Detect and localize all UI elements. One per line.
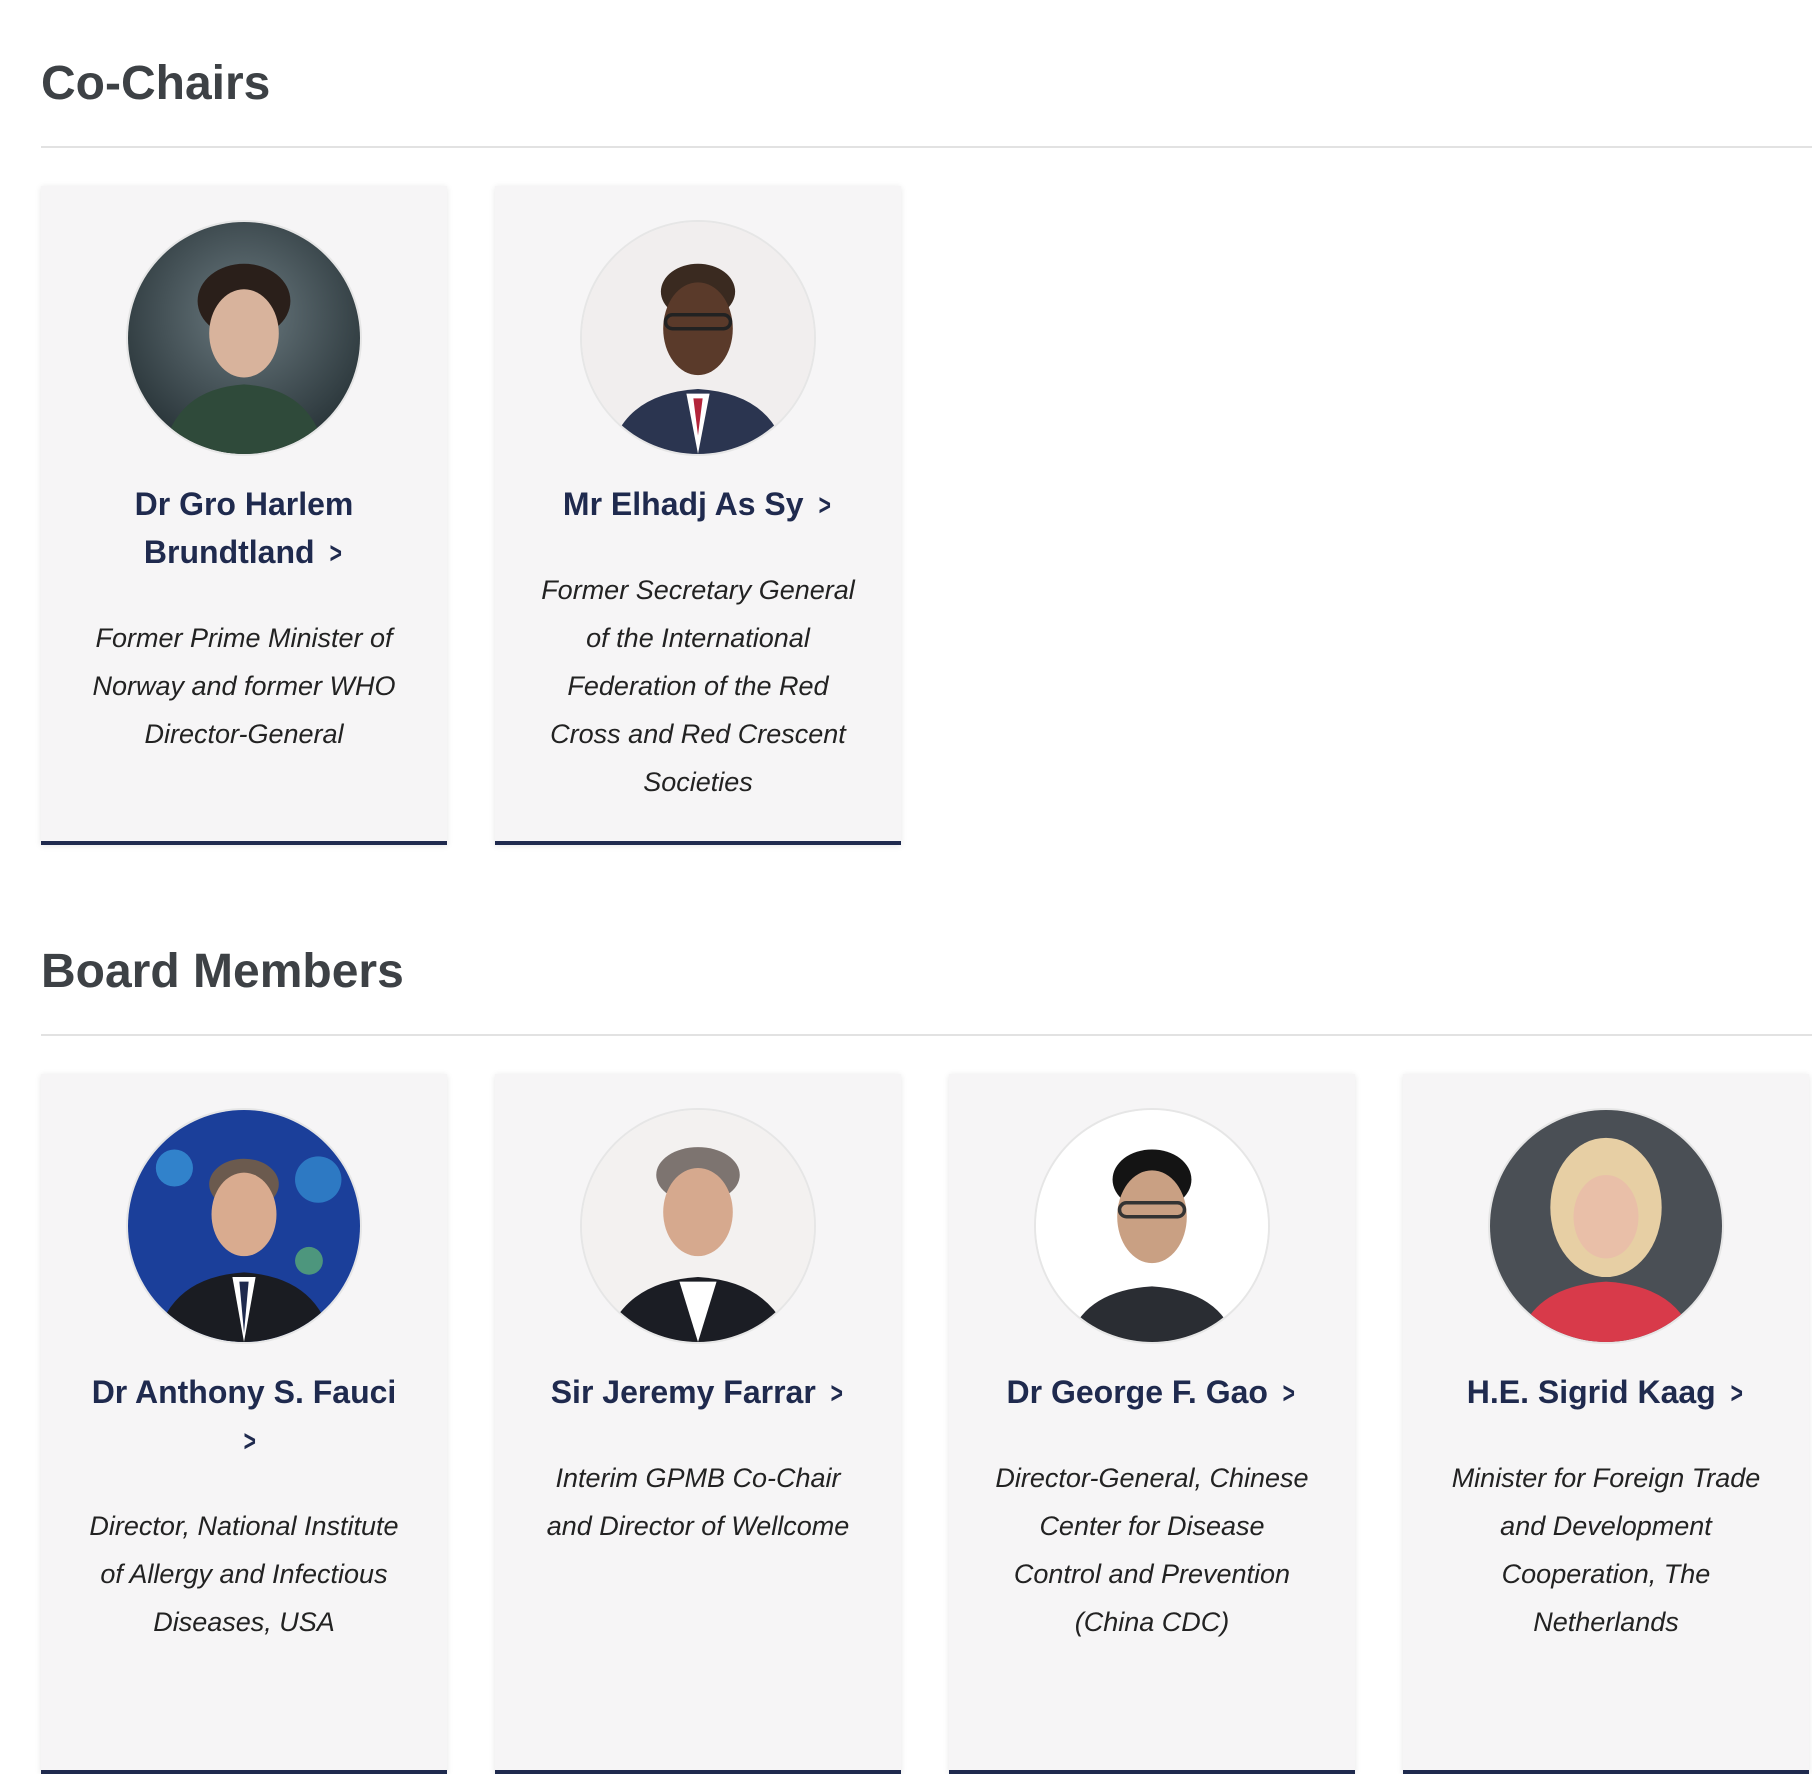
member-photo [1488,1108,1724,1344]
co-chairs-section: Co-Chairs Dr Gro Harlem Brundtland > For… [41,57,1812,845]
member-name: Dr George F. Gao [1006,1374,1268,1410]
member-card: Dr George F. Gao > Director-General, Chin… [949,1074,1355,1774]
portrait-photo-icon [582,222,814,454]
portrait-photo-icon [582,1110,814,1342]
member-name-link[interactable]: H.E. Sigrid Kaag > [1443,1368,1769,1418]
chevron-right-icon: > [1730,1377,1743,1410]
section-divider [41,1034,1812,1036]
member-role: Minister for Foreign Trade and Developme… [1451,1463,1761,1637]
chevron-right-icon: > [818,489,831,522]
section-title: Board Members [41,945,404,998]
member-name-link[interactable]: Dr Anthony S. Fauci > [81,1368,407,1466]
member-card: Dr Anthony S. Fauci > Director, National … [41,1074,447,1774]
member-name: Dr Gro Harlem Brundtland [134,486,354,570]
member-card: H.E. Sigrid Kaag > Minister for Foreign T… [1403,1074,1809,1774]
member-name: Mr Elhadj As Sy [562,486,804,522]
member-role: Interim GPMB Co-Chair and Director of We… [546,1463,850,1541]
member-name-link[interactable]: Mr Elhadj As Sy > [535,480,861,530]
portrait-photo-icon [128,222,360,454]
member-card: Mr Elhadj As Sy > Former Secretary Genera… [495,186,901,845]
member-name-link[interactable]: Dr Gro Harlem Brundtland > [81,480,407,578]
member-role: Director, National Institute of Allergy … [89,1511,399,1637]
member-photo [126,220,362,456]
portrait-photo-icon [1036,1110,1268,1342]
chevron-right-icon: > [243,1425,257,1458]
member-card: Sir Jeremy Farrar > Interim GPMB Co-Chair… [495,1074,901,1774]
section-divider [41,146,1812,148]
member-name-link[interactable]: Dr George F. Gao > [989,1368,1315,1418]
portrait-photo-icon [128,1110,360,1342]
member-name: Sir Jeremy Farrar [550,1374,816,1410]
member-name: H.E. Sigrid Kaag [1466,1374,1716,1410]
member-card: Dr Gro Harlem Brundtland > Former Prime M… [41,186,447,845]
member-role: Director-General, Chinese Center for Dis… [995,1463,1309,1637]
member-photo [580,1108,816,1344]
section-title: Co-Chairs [41,57,271,110]
portrait-photo-icon [1490,1110,1722,1342]
board-members-section: Board Members Dr Anthony S. Fauci > Direc… [41,945,1812,1774]
member-photo [1034,1108,1270,1344]
chevron-right-icon: > [830,1377,843,1410]
member-name-link[interactable]: Sir Jeremy Farrar > [535,1368,861,1418]
member-role: Former Secretary General of the Internat… [541,575,855,797]
chevron-right-icon: > [1282,1377,1295,1410]
member-name: Dr Anthony S. Fauci [91,1374,397,1410]
member-photo [126,1108,362,1344]
chevron-right-icon: > [329,537,342,570]
member-role: Former Prime Minister of Norway and form… [92,623,396,749]
member-photo [580,220,816,456]
